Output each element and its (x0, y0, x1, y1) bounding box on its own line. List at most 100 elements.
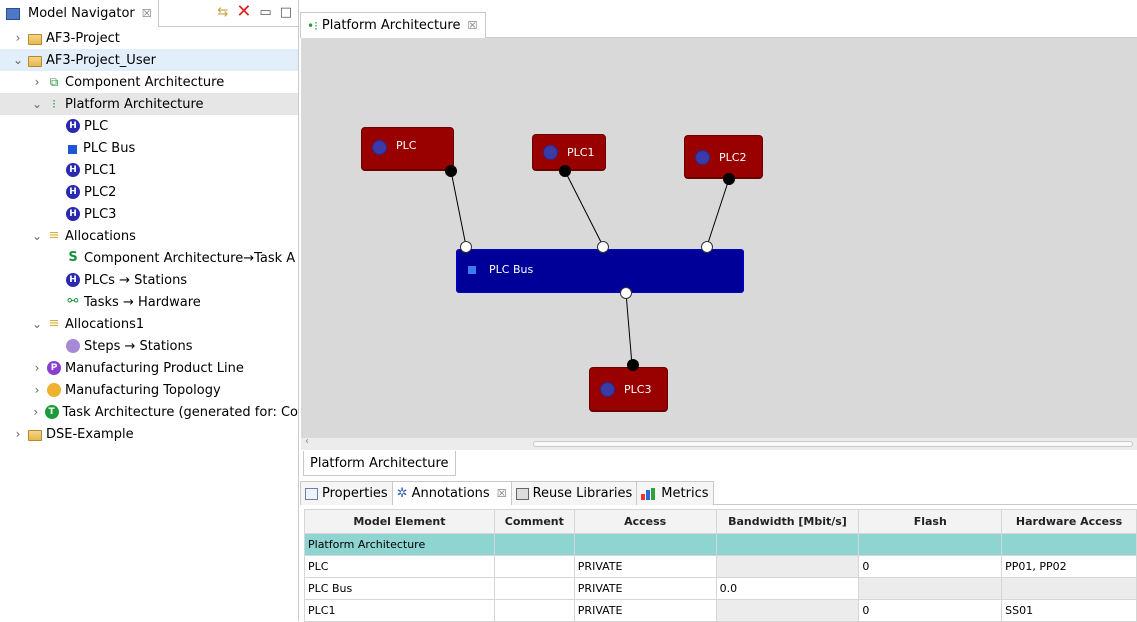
connection-plc1-bus[interactable] (564, 170, 604, 247)
tree-item[interactable]: Steps → Stations (0, 335, 298, 357)
tab-annotations[interactable]: ✲ Annotations ☒ (391, 481, 512, 505)
delete-icon[interactable]: ✕ (236, 3, 251, 21)
minimize-icon[interactable]: ▭ (259, 5, 271, 20)
column-header[interactable]: Access (573, 509, 717, 534)
table-cell[interactable] (493, 555, 575, 578)
table-cell[interactable]: PRIVATE (573, 599, 717, 622)
tree-item[interactable]: ⌄ ⁝ Platform Architecture (0, 93, 298, 115)
column-header[interactable]: Model Element (304, 509, 495, 534)
navigator-icon (6, 8, 20, 20)
chevron-right-icon[interactable]: › (31, 361, 43, 375)
navigator-tab[interactable]: Model Navigator ☒ (0, 0, 159, 27)
table-cell[interactable]: PP01, PP02 (1001, 555, 1137, 578)
table-cell[interactable] (1001, 577, 1137, 600)
tree-item[interactable]: › ⧉ Component Architecture (0, 71, 298, 93)
port-plc[interactable] (445, 165, 457, 177)
table-group-row[interactable]: Platform Architecture (304, 533, 1137, 556)
tree-item[interactable]: H PLC2 (0, 181, 298, 203)
connection-plc-bus[interactable] (450, 170, 467, 247)
chevron-right-icon[interactable]: › (31, 405, 41, 419)
port-bus-plc3[interactable] (620, 287, 632, 299)
chevron-right-icon[interactable]: › (31, 383, 43, 397)
table-cell[interactable] (858, 577, 1003, 600)
chevron-right-icon[interactable]: › (12, 427, 24, 441)
table-row[interactable]: PLC1 PRIVATE 0 SS01 (304, 599, 1137, 622)
connection-plc2-bus[interactable] (706, 178, 730, 247)
tree-item[interactable]: ⌄ AF3-Project_User (0, 49, 298, 71)
editor-page-tab[interactable]: Platform Architecture (303, 451, 456, 476)
node-plc1[interactable]: PLC1 (532, 134, 606, 170)
node-plc[interactable]: PLC (361, 127, 454, 170)
table-cell[interactable]: 0 (858, 555, 1003, 578)
tree-item[interactable]: ⌄ ≡ Allocations1 (0, 313, 298, 335)
node-plc-bus[interactable]: PLC Bus (456, 249, 744, 293)
tree-item[interactable]: › AF3-Project (0, 27, 298, 49)
table-cell[interactable]: PLC (304, 555, 495, 578)
close-icon[interactable]: ☒ (142, 7, 152, 20)
node-plc2[interactable]: PLC2 (684, 135, 763, 178)
tree-item-label: Component Architecture→Task A (84, 250, 296, 266)
table-row[interactable]: PLC Bus PRIVATE 0.0 (304, 577, 1137, 600)
tree-item[interactable]: H PLC3 (0, 203, 298, 225)
tab-metrics[interactable]: Metrics (636, 481, 714, 505)
port-bus-plc2[interactable] (701, 241, 713, 253)
tree-item[interactable]: PLC Bus (0, 137, 298, 159)
tree-item[interactable]: › DSE-Example (0, 423, 298, 445)
horizontal-scrollbar[interactable]: ‹ (301, 436, 1137, 450)
port-plc1[interactable] (559, 165, 571, 177)
scrollbar-thumb[interactable] (533, 441, 1133, 447)
editor-tab-platform-architecture[interactable]: •⁝ Platform Architecture ☒ (300, 12, 487, 38)
column-header[interactable]: Comment (493, 509, 575, 534)
table-cell[interactable] (715, 555, 860, 578)
tree-item[interactable]: › P Manufacturing Product Line (0, 357, 298, 379)
port-bus-plc[interactable] (460, 241, 472, 253)
tree-item[interactable]: H PLC1 (0, 159, 298, 181)
table-cell[interactable]: 0.0 (715, 577, 860, 600)
chevron-down-icon[interactable]: ⌄ (31, 97, 43, 111)
tab-reuse-libraries[interactable]: Reuse Libraries (510, 481, 638, 505)
table-cell[interactable]: PRIVATE (573, 555, 717, 578)
table-row[interactable]: PLC PRIVATE 0 PP01, PP02 (304, 555, 1137, 578)
chevron-right-icon[interactable]: › (12, 31, 24, 45)
chevron-down-icon[interactable]: ⌄ (31, 317, 43, 331)
tree-item[interactable]: H PLCs → Stations (0, 269, 298, 291)
chevron-down-icon[interactable]: ⌄ (31, 229, 43, 243)
tree-item[interactable]: ⚯ Tasks → Hardware (0, 291, 298, 313)
tree-item[interactable]: H PLC (0, 115, 298, 137)
scroll-left-icon[interactable]: ‹ (305, 436, 309, 447)
table-cell[interactable]: 0 (858, 599, 1003, 622)
bus-icon (68, 144, 77, 154)
tab-properties[interactable]: Properties (300, 481, 393, 505)
maximize-icon[interactable]: □ (280, 5, 292, 20)
diagram-canvas[interactable]: PLC PLC1 PLC2 PLC3 PLC Bus (301, 38, 1137, 438)
column-header[interactable]: Bandwidth [Mbit/s] (715, 509, 860, 534)
tree-item-label: Steps → Stations (84, 338, 193, 354)
chevron-right-icon[interactable]: › (31, 75, 43, 89)
table-cell[interactable]: SS01 (1001, 599, 1137, 622)
table-cell[interactable]: PRIVATE (573, 577, 717, 600)
tree-item[interactable]: › T Task Architecture (generated for: Co (0, 401, 298, 423)
platform-icon: ⁝ (52, 97, 56, 111)
table-cell[interactable]: PLC Bus (304, 577, 495, 600)
column-header[interactable]: Hardware Access (1001, 509, 1137, 534)
chevron-down-icon[interactable]: ⌄ (12, 53, 24, 67)
port-plc3[interactable] (627, 359, 639, 371)
port-plc2[interactable] (723, 173, 735, 185)
component-task-allocation-icon: S (68, 250, 78, 265)
link-editor-icon[interactable]: ⇆ (217, 5, 228, 20)
tree-item[interactable]: S Component Architecture→Task A (0, 247, 298, 269)
close-icon[interactable]: ☒ (467, 19, 477, 32)
tree-item[interactable]: › Manufacturing Topology (0, 379, 298, 401)
table-cell[interactable] (493, 577, 575, 600)
tree-item[interactable]: ⌄ ≡ Allocations (0, 225, 298, 247)
tree-item-label: Tasks → Hardware (84, 294, 201, 310)
table-cell[interactable]: PLC1 (304, 599, 495, 622)
column-header[interactable]: Flash (858, 509, 1003, 534)
step-icon (66, 339, 80, 353)
close-icon[interactable]: ☒ (497, 487, 507, 500)
table-cell[interactable] (715, 599, 860, 622)
port-bus-plc1[interactable] (597, 241, 609, 253)
table-cell[interactable] (493, 599, 575, 622)
node-plc3[interactable]: PLC3 (589, 367, 668, 411)
connection-bus-plc3[interactable] (625, 292, 633, 366)
